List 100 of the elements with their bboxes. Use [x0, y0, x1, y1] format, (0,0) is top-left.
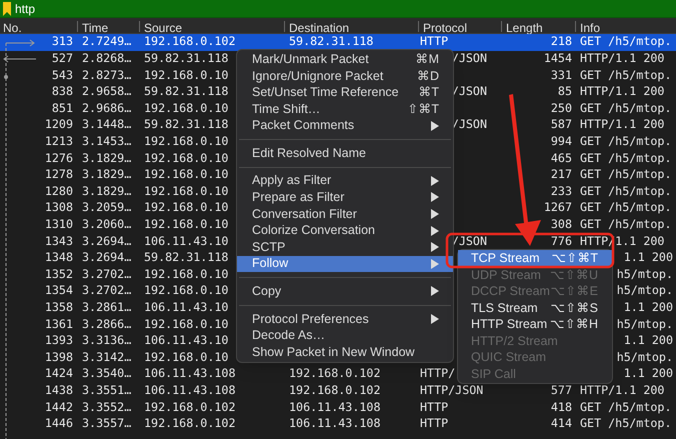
table-cell: 59.82.31.118 [289, 36, 374, 48]
table-cell: 1446 [44, 418, 73, 430]
table-cell: 3.2060… [82, 218, 132, 231]
table-cell: GET /h5/mtop. [580, 152, 672, 164]
table-cell: HTTP/1.1 200 [580, 384, 664, 397]
table-cell: HTTP/1.1 200 [580, 53, 664, 65]
table-cell: HTTP/1.1 200 [580, 119, 664, 132]
menu-item[interactable]: Prepare as Filter [237, 189, 453, 206]
table-cell: h5/mtop. [616, 352, 673, 364]
table-cell: 1.1 200 [624, 302, 673, 314]
submenu-arrow-icon [431, 192, 439, 202]
table-cell: 192.168.0.102 [144, 402, 236, 414]
table-cell: 1209 [44, 119, 73, 132]
table-cell: 192.168.0.10 [144, 285, 228, 298]
table-cell: 192.168.0.10 [144, 102, 228, 115]
table-cell: 1442 [44, 402, 73, 414]
submenu-arrow-icon [431, 176, 439, 186]
table-cell: 3.2694… [82, 252, 132, 264]
table-cell: 1398 [44, 352, 73, 364]
table-cell: GET /h5/mtop. [580, 102, 672, 115]
table-cell: 577 [550, 384, 572, 397]
table-cell: 106.11.43.10 [144, 302, 228, 314]
selected-row-highlight[interactable]: 313 2.7249… 192.168.0.102 59.82.31.118 HTTP 218 GET /h5/mtop. [0, 34, 676, 51]
table-cell: 3.2866… [82, 318, 132, 330]
column-header[interactable]: Time [82, 19, 108, 37]
table-cell: 2.9686… [82, 102, 132, 115]
menu-item[interactable]: Packet Comments [237, 117, 453, 134]
menu-item[interactable]: HTTP Stream ⌥⇧⌘H [458, 316, 612, 333]
table-cell: 1.1 200 [624, 335, 673, 347]
table-cell: 1310 [44, 218, 73, 231]
table-cell: 2.7249… [82, 36, 132, 48]
table-cell: 106.11.43.108 [144, 368, 236, 380]
table-cell: 192.168.0.10 [144, 136, 228, 148]
submenu-arrow-icon [431, 226, 439, 236]
menu-item[interactable]: TLS Stream ⌥⇧⌘S [458, 300, 612, 316]
table-cell: 543 [52, 70, 73, 82]
table-cell: 308 [550, 218, 572, 231]
table-cell: GET /h5/mtop. [580, 169, 672, 181]
submenu-arrow-icon [431, 314, 439, 324]
table-cell: GET /h5/mtop. [580, 218, 672, 231]
menu-item[interactable]: Mark/Unmark Packet ⌘M [237, 51, 453, 68]
table-cell: 414 [550, 418, 572, 430]
table-cell: GET /h5/mtop. [580, 402, 672, 414]
submenu-arrow-icon [431, 258, 439, 269]
menu-item[interactable]: SCTP [237, 238, 453, 256]
column-header[interactable]: Source [144, 19, 182, 37]
table-cell: 1354 [44, 285, 73, 298]
table-cell: 192.168.0.10 [144, 169, 228, 181]
table-cell: GET /h5/mtop. [580, 136, 672, 148]
column-header[interactable]: Destination [289, 19, 350, 37]
table-cell: /JSON [452, 53, 487, 65]
submenu-arrow-icon [431, 209, 439, 220]
menu-item[interactable]: Edit Resolved Name [237, 144, 453, 162]
table-cell: HTTP/JSON [420, 384, 484, 397]
menu-item[interactable]: TCP Stream ⌥⇧⌘T [458, 250, 612, 267]
menu-item[interactable]: Follow [237, 256, 453, 272]
menu-item[interactable]: Set/Unset Time Reference ⌘T [237, 84, 453, 101]
table-cell: 3.1453… [82, 136, 132, 148]
table-cell: 465 [550, 152, 572, 164]
table-cell: 3.2702… [82, 268, 132, 280]
table-cell: 192.168.0.10 [144, 352, 228, 364]
table-cell: 192.168.0.10 [144, 70, 228, 82]
menu-item[interactable]: Decode As… [237, 327, 453, 344]
table-cell: HTTP [420, 36, 448, 48]
table-cell: 192.168.0.10 [144, 218, 228, 231]
menu-item[interactable]: Conversation Filter [237, 206, 453, 222]
table-cell: 3.3551… [82, 384, 132, 397]
submenu-arrow-icon [431, 286, 439, 296]
table-cell: 3.1829… [82, 169, 132, 181]
table-cell: GET /h5/mtop. [580, 418, 672, 430]
menu-item[interactable]: Colorize Conversation [237, 222, 453, 239]
bookmark-icon[interactable] [3, 2, 11, 16]
table-cell: 1280 [44, 186, 73, 198]
table-cell: 106.11.43.10 [144, 335, 228, 347]
table-cell: 192.168.0.10 [144, 318, 228, 330]
menu-item[interactable]: Show Packet in New Window [237, 344, 453, 360]
table-cell: 1278 [44, 169, 73, 181]
table-cell: GET /h5/mtop. [580, 70, 672, 82]
table-cell: 217 [550, 169, 572, 181]
table-cell: 233 [550, 186, 572, 198]
table-cell: 3.1829… [82, 186, 132, 198]
column-header[interactable]: Info [580, 19, 600, 37]
table-cell: 1438 [44, 384, 73, 397]
table-cell: 313 [52, 36, 73, 48]
table-cell: 1308 [44, 202, 73, 214]
menu-item[interactable]: Time Shift… ⇧⌘T [237, 100, 453, 118]
menu-item[interactable]: Copy [237, 283, 453, 300]
table-cell: 851 [52, 102, 73, 115]
column-header[interactable]: Length [506, 19, 543, 37]
table-cell: HTTP/ [420, 368, 456, 380]
table-cell: 1.1 200 [624, 368, 673, 380]
table-cell: 1267 [544, 202, 572, 214]
column-header[interactable]: No. [3, 19, 22, 37]
menu-item[interactable]: Ignore/Unignore Packet ⌘D [237, 68, 453, 84]
menu-item[interactable]: Protocol Preferences [237, 310, 453, 328]
table-cell: 994 [550, 136, 572, 148]
table-cell: 106.11.43.108 [144, 384, 236, 397]
table-cell: 192.168.0.102 [289, 384, 380, 397]
menu-item[interactable]: Apply as Filter [237, 172, 453, 190]
column-header[interactable]: Protocol [423, 19, 468, 37]
